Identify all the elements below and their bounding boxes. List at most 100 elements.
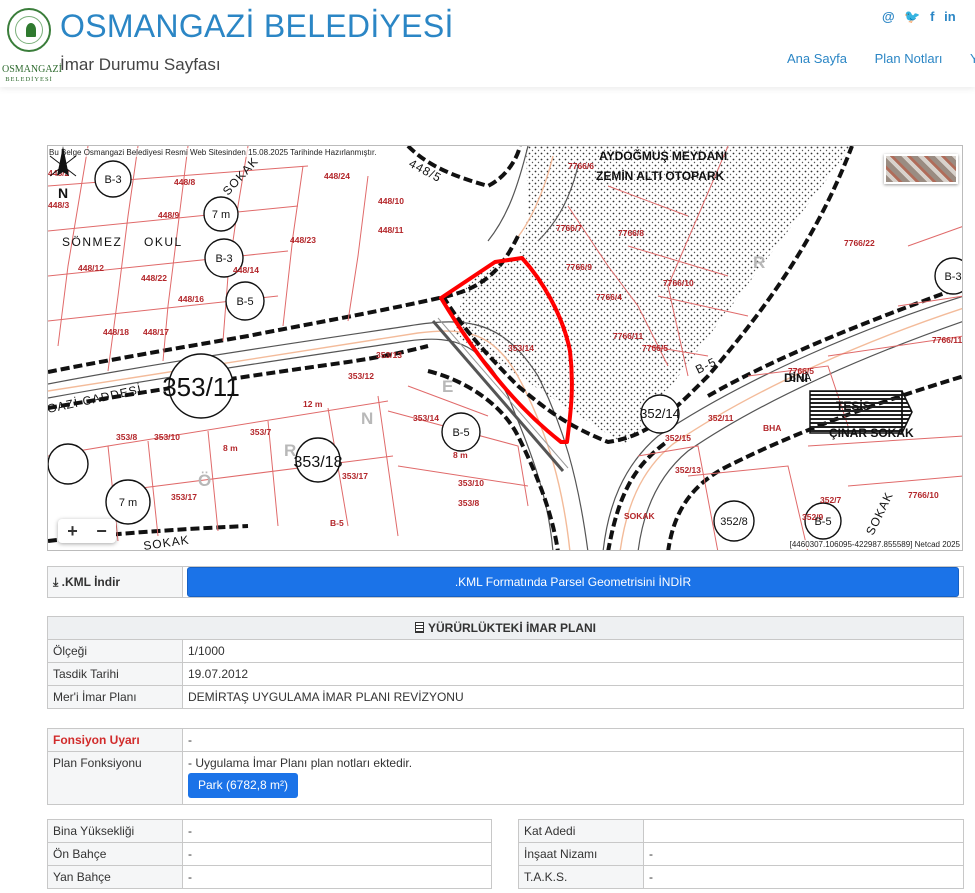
zone-letter: E [442,377,453,396]
circle-label: B-5 [814,516,831,528]
parcel-label: 448/23 [290,235,316,245]
parcel-label: 8 m [223,443,238,453]
zoning-plan-table: YÜRÜRLÜKTEKİ İMAR PLANI Ölçeği 1/1000 Ta… [47,616,964,709]
table-row: T.A.K.S. - [518,865,964,889]
logo-name: OSMANGAZİ [2,64,62,75]
parcel-label: 353/17 [342,471,368,481]
parcel-label: 352/7 [820,495,842,505]
table-row: Ölçeği 1/1000 [47,639,964,663]
north-arrow-icon: N [49,146,77,201]
email-icon[interactable]: @ [882,9,895,24]
approval-date-value: 19.07.2012 [182,662,964,686]
linkedin-icon[interactable]: in [944,9,956,24]
parcel-label: 353/13 [376,350,402,360]
parcel-label: 353/8 [116,432,138,442]
parcel-label: BHA [763,423,781,433]
circle-label: B-3 [215,253,232,265]
park-function-button[interactable]: Park (6782,8 m²) [188,773,299,798]
circle-label: BHA [789,372,812,384]
table-row: Yan Bahçe - [47,865,492,889]
logo-subtitle: BELEDİYESİ [5,76,53,83]
car-park-name: ZEMİN ALTI OTOPARK [596,168,725,183]
parcel-label: 448/18 [103,327,129,337]
plan-function-value: - Uygulama İmar Planı plan notları ekted… [188,756,413,770]
circle-label: 352/8 [720,516,748,528]
parcel-map[interactable]: 448/2 448/8 448/24 448/3 448/10 448/23 4… [47,145,963,551]
table-row: Ön Bahçe - [47,842,492,866]
north-label: N [58,185,68,201]
circle-label: B-3 [944,271,961,283]
parcel-label: 7766/4 [596,292,622,302]
zone-letter: R [753,253,765,272]
parcel-label: 352/11 [708,413,734,423]
site-header: OSMANGAZİ BELEDİYESİ OSMANGAZİ BELEDİYES… [0,0,975,87]
municipality-logo[interactable]: OSMANGAZİ BELEDİYESİ [2,8,62,84]
nav-home-link[interactable]: Ana Sayfa [787,51,847,66]
site-title[interactable]: OSMANGAZİ BELEDİYESİ [60,8,454,45]
parcel-label: 7766/6 [568,161,594,171]
facility-label: ÇINAR SOKAK [829,426,914,440]
facebook-icon[interactable]: f [930,9,934,24]
parcel-label: 448/22 [141,273,167,283]
nav-more-link[interactable]: Ya [970,51,975,66]
table-row: Fonsiyon Uyarı - [47,728,964,752]
nav-plan-notes-link[interactable]: Plan Notları [875,51,943,66]
zoom-in-button[interactable]: + [58,520,87,542]
download-icon: ⤓ [53,574,59,589]
table-row: Plan Fonksiyonu - Uygulama İmar Planı pl… [47,751,964,805]
table-row: Kat Adedi [518,819,964,843]
parcel-label: 7766/5 [642,343,668,353]
parcel-label: 7766/7 [556,223,582,233]
layer-switcher-thumbnail[interactable] [884,154,958,184]
function-warning-value: - [182,728,964,752]
circle-label: 352/14 [640,406,680,421]
taks-label: T.A.K.S. [518,865,644,889]
kml-download-table: ⤓ .KML İndir .KML Formatında Parsel Geom… [47,566,964,598]
parcel-label: 353/10 [458,478,484,488]
parcel-label: 353/8 [458,498,480,508]
circle-label: B-3 [104,174,121,186]
logo-seal-icon [7,8,51,52]
parcel-label: 352/15 [665,433,691,443]
front-yard-label: Ön Bahçe [47,842,183,866]
kml-button-cell: .KML Formatında Parsel Geometrisini İNDİ… [182,566,964,598]
tree-icon [26,23,36,37]
parcel-label: 448/9 [158,210,180,220]
parcel-label: 353/14 [508,343,534,353]
social-links: @ 🐦 f in [882,9,962,25]
side-yard-value: - [182,865,492,889]
kml-label: .KML İndir [61,574,121,589]
map-canvas[interactable]: 448/2 448/8 448/24 448/3 448/10 448/23 4… [48,146,963,551]
circle-label: 7 m [119,497,137,509]
parcel-label: 353/7 [250,427,272,437]
parcel-label: 448/10 [378,196,404,206]
zoom-out-button[interactable]: − [87,520,116,542]
parcel-label: 7766/22 [844,238,875,248]
kml-download-button[interactable]: .KML Formatında Parsel Geometrisini İNDİ… [187,567,959,597]
floor-count-value [643,819,964,843]
floor-count-label: Kat Adedi [518,819,644,843]
page-subtitle: İmar Durumu Sayfası [60,55,221,74]
parcel-label: 448/24 [324,171,350,181]
construction-order-label: İnşaat Nizamı [518,842,644,866]
parcel-label: 448/11 [378,225,404,235]
parcel-label: 12 m [303,399,323,409]
circle-label: B-5 [236,296,253,308]
circle-label: 353/11 [162,372,240,402]
kml-label-cell: ⤓ .KML İndir [47,566,183,598]
current-plan-value: DEMİRTAŞ UYGULAMA İMAR PLANI REVİZYONU [182,685,964,709]
map-coordinates: [4460307.106095-422987.855589] Netcad 20… [788,540,961,549]
twitter-icon[interactable]: 🐦 [904,9,920,25]
zone-letter: N [361,409,373,428]
parcel-label: 448/16 [178,294,204,304]
front-yard-value: - [182,842,492,866]
function-warning-label: Fonsiyon Uyarı [47,728,183,752]
scale-value: 1/1000 [182,639,964,663]
building-parameters-table: Bina Yüksekliği - Ön Bahçe - Yan Bahçe - [47,819,492,889]
square-name: AYDOĞMUŞ MEYDANI [599,148,727,163]
zone-letter: Ö [198,471,211,490]
construction-order-value: - [643,842,964,866]
table-row: Mer'i İmar Planı DEMİRTAŞ UYGULAMA İMAR … [47,685,964,709]
plan-function-label: Plan Fonksiyonu [47,751,183,805]
table-row: İnşaat Nizamı - [518,842,964,866]
